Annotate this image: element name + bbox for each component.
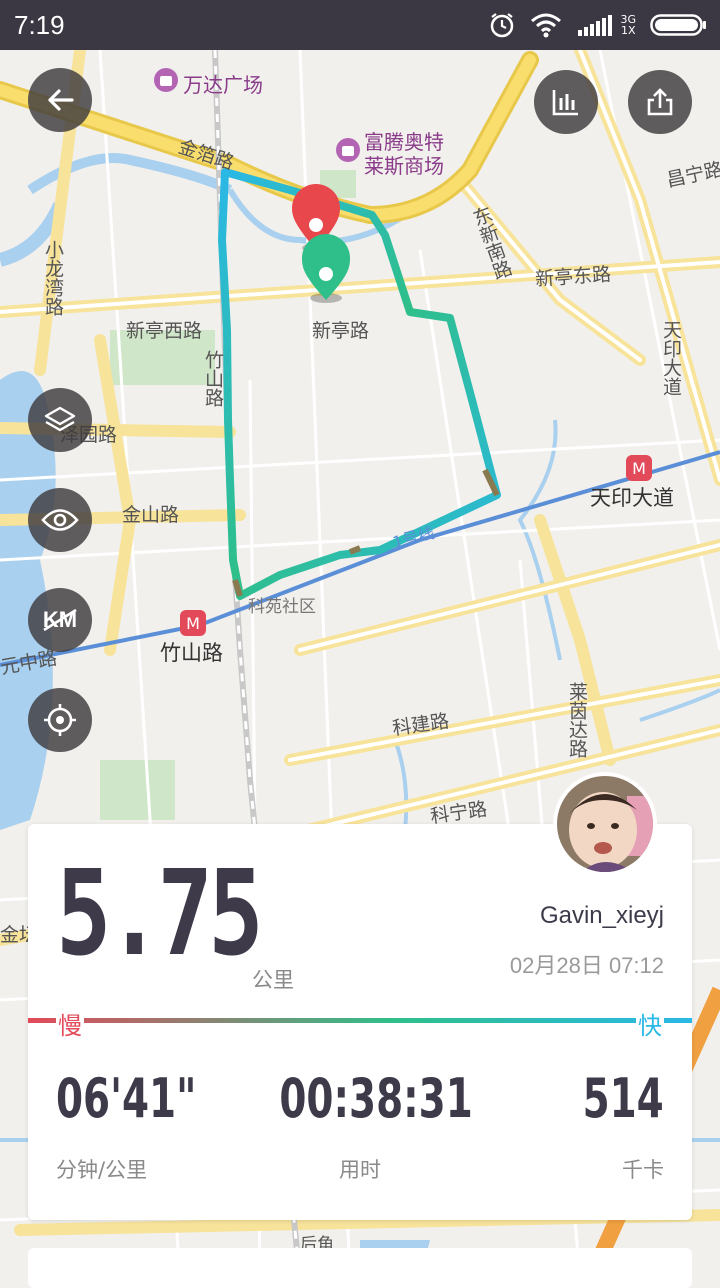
signal-icon <box>578 15 613 36</box>
avatar[interactable] <box>553 772 657 876</box>
locate-button[interactable] <box>28 688 92 752</box>
road-label: 天印大道 <box>660 320 682 396</box>
road-label: 金山路 <box>122 504 180 526</box>
road-label: 莱茵达路 <box>566 682 588 758</box>
bar-chart-icon <box>552 90 578 116</box>
run-datetime: 02月28日 07:12 <box>509 953 664 978</box>
back-icon <box>48 89 74 111</box>
stats-button[interactable] <box>534 70 598 134</box>
user-photo <box>557 776 653 872</box>
distance-unit: 公里 <box>252 968 294 992</box>
status-bar: 7:19 3G 1X <box>0 0 720 50</box>
layers-icon <box>44 406 76 432</box>
eye-icon <box>41 509 79 531</box>
alarm-icon <box>491 13 514 38</box>
road-label: 新亭西路 <box>126 320 203 342</box>
distance-value: 5.75 <box>56 844 264 982</box>
run-summary-card: 5.75 公里 Gavin_xieyj 02月28日 07:12 慢 快 06'… <box>28 824 692 1220</box>
battery-icon <box>650 14 706 36</box>
metro-station-tianyin: M <box>626 455 652 481</box>
station-label: 天印大道 <box>590 486 674 510</box>
poi-label: 莱斯商场 <box>364 154 444 178</box>
road-label: 新亭路 <box>312 320 370 342</box>
mall-icon <box>336 138 360 162</box>
network-indicator: 3G 1X <box>620 14 636 36</box>
pace-gradient-bar <box>28 1018 692 1023</box>
status-time: 7:19 <box>14 10 65 40</box>
back-button[interactable] <box>28 68 92 132</box>
svg-text:M: M <box>632 459 646 478</box>
mall-icon <box>154 68 178 92</box>
road-label: 小龙湾路 <box>42 240 64 316</box>
status-icons: 3G 1X <box>488 8 708 42</box>
strike-icon <box>43 608 77 632</box>
calories-label: 千卡 <box>622 1158 664 1182</box>
share-icon <box>647 88 673 116</box>
pace-label: 分钟/公里 <box>56 1158 148 1182</box>
road-label: 新亭东路 <box>534 263 612 291</box>
username[interactable]: Gavin_xieyj <box>540 902 664 930</box>
poi-label: 万达广场 <box>183 73 263 97</box>
calories-value: 514 <box>582 1067 664 1130</box>
metro-station-zhushan: M <box>180 610 206 636</box>
secondary-card <box>28 1248 692 1288</box>
visibility-button[interactable] <box>28 488 92 552</box>
duration-value: 00:38:31 <box>279 1067 473 1130</box>
slow-label: 慢 <box>56 1006 84 1041</box>
road-label: 竹山路 <box>202 350 224 407</box>
community-label: 科苑社区 <box>248 597 316 617</box>
locate-icon <box>44 704 76 736</box>
network-sub: 1X <box>620 24 636 37</box>
duration-label: 用时 <box>339 1158 381 1182</box>
km-marker-button[interactable]: KM <box>28 588 92 652</box>
svg-text:M: M <box>186 614 200 633</box>
layers-button[interactable] <box>28 388 92 452</box>
station-label: 竹山路 <box>160 641 223 665</box>
pace-value: 06'41" <box>56 1067 197 1130</box>
wifi-icon <box>531 13 562 38</box>
share-button[interactable] <box>628 70 692 134</box>
fast-label: 快 <box>636 1006 664 1041</box>
